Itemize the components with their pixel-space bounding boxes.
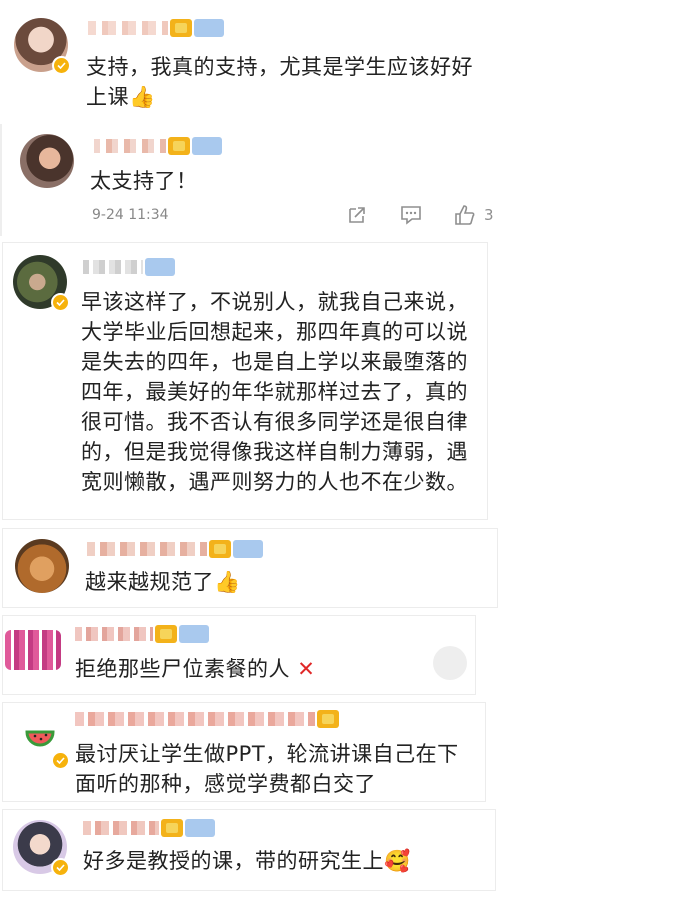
comment-card: 最讨厌让学生做PPT，轮流讲课自己在下面听的那种，感觉学费都白交了 (2, 702, 486, 802)
avatar[interactable] (20, 134, 74, 188)
level-icon (145, 258, 175, 276)
comment-card: 早该这样了，不说别人，就我自己来说，大学毕业后回想起来，那四年真的可以说是失去的… (2, 242, 488, 520)
avatar[interactable] (13, 713, 70, 770)
level-icon (185, 819, 215, 837)
comment-text: 拒绝那些尸位素餐的人 ✕ (75, 657, 316, 681)
comment-button[interactable] (400, 205, 422, 225)
username-redacted[interactable] (88, 19, 224, 37)
comment-card: 越来越规范了👍 (2, 528, 498, 608)
comment-time: 9-24 11:34 (92, 207, 169, 223)
faded-avatar (433, 646, 467, 680)
verified-badge-icon (51, 858, 70, 877)
repost-button[interactable] (347, 205, 367, 225)
avatar[interactable] (13, 255, 70, 312)
comment-text: 最讨厌让学生做PPT，轮流讲课自己在下面听的那种，感觉学费都白交了 (75, 742, 459, 796)
comment-text: 早该这样了，不说别人，就我自己来说，大学毕业后回想起来，那四年真的可以说是失去的… (81, 290, 468, 494)
username-redacted[interactable] (94, 137, 222, 155)
level-icon (194, 19, 224, 37)
vip-icon (209, 540, 231, 558)
vip-icon (170, 19, 192, 37)
thumbs-up-icon: 👍 (129, 85, 156, 109)
thumbs-up-icon: 👍 (214, 570, 241, 594)
username-redacted[interactable] (83, 258, 175, 276)
username-redacted[interactable] (87, 540, 263, 558)
thumbs-up-icon (455, 205, 475, 225)
username-redacted[interactable] (75, 625, 209, 643)
smiling-face-icon: 🥰 (384, 849, 411, 873)
verified-badge-icon (51, 751, 70, 770)
comment-card: 好多是教授的课，带的研究生上🥰 (2, 809, 496, 891)
comment-text: 支持，我真的支持，尤其是学生应该好好上课👍 (86, 55, 473, 109)
share-icon (349, 207, 365, 223)
comment-text: 好多是教授的课，带的研究生上🥰 (83, 849, 411, 873)
vip-icon (155, 625, 177, 643)
vip-icon (168, 137, 190, 155)
username-redacted[interactable] (75, 710, 339, 728)
comment-icon (401, 206, 421, 225)
avatar[interactable] (13, 820, 70, 877)
avatar[interactable] (5, 630, 61, 670)
comment-card: 拒绝那些尸位素餐的人 ✕ (2, 615, 476, 695)
like-count: 3 (484, 206, 494, 224)
cross-mark-icon: ✕ (297, 657, 316, 681)
username-redacted[interactable] (83, 819, 215, 837)
comment-text: 越来越规范了👍 (85, 570, 241, 594)
level-icon (179, 625, 209, 643)
like-button[interactable]: 3 (454, 204, 494, 226)
vip-icon (161, 819, 183, 837)
verified-badge-icon (52, 56, 71, 75)
avatar[interactable] (15, 539, 69, 593)
comment-text: 太支持了！ (90, 169, 198, 193)
level-icon (192, 137, 222, 155)
level-icon (233, 540, 263, 558)
avatar[interactable] (14, 18, 71, 75)
comment-card: 支持，我真的支持，尤其是学生应该好好上课👍 (0, 2, 500, 117)
verified-badge-icon (51, 293, 70, 312)
comment-card: 太支持了！ 9-24 11:34 3 (0, 124, 500, 236)
watermelon-icon (25, 730, 55, 747)
vip-icon (317, 710, 339, 728)
